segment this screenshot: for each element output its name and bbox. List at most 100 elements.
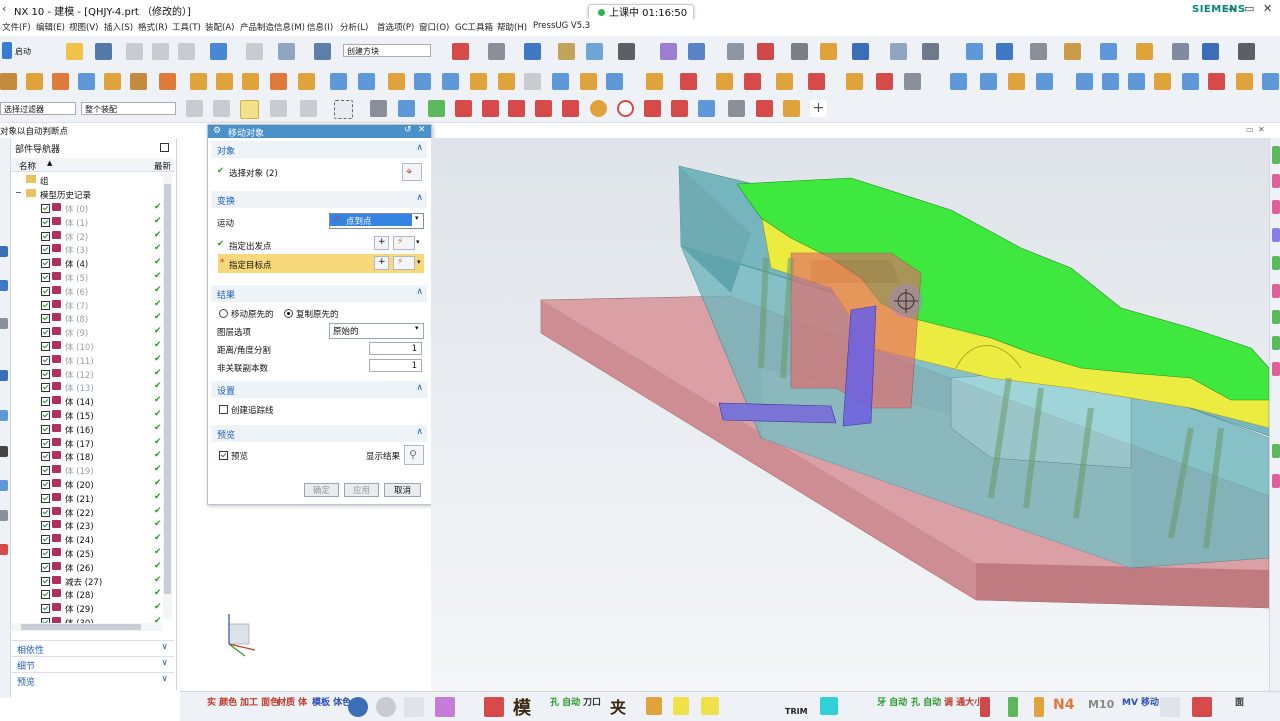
surface-3-icon[interactable] bbox=[1008, 73, 1025, 90]
gear-tool-icon[interactable] bbox=[435, 697, 455, 717]
select-features-icon[interactable] bbox=[186, 100, 203, 117]
preview-checkbox[interactable] bbox=[219, 451, 228, 460]
table-row[interactable]: 体 (23) ✔ bbox=[11, 519, 163, 533]
grid-icon[interactable] bbox=[728, 100, 745, 117]
sheet-tool-icon[interactable] bbox=[646, 697, 662, 715]
cut-icon[interactable] bbox=[126, 43, 143, 60]
selection-filter-select[interactable]: 选择过滤器 bbox=[0, 102, 76, 115]
table-row[interactable]: 体 (25) ✔ bbox=[11, 547, 163, 561]
unite-icon[interactable] bbox=[190, 73, 207, 90]
draft-icon[interactable] bbox=[442, 73, 459, 90]
graphics-window[interactable]: ▭ ✕ bbox=[431, 125, 1270, 691]
table-row[interactable]: 体 (8) ✔ bbox=[11, 312, 163, 326]
group-header[interactable]: 结果 ∧ bbox=[211, 285, 427, 302]
table-row[interactable]: 体 (3) ✔ bbox=[11, 243, 163, 257]
menu-edit[interactable]: 编辑(E) bbox=[36, 21, 65, 33]
maximize-icon[interactable]: ▭ bbox=[1244, 2, 1254, 15]
surface-2-icon[interactable] bbox=[980, 73, 997, 90]
pocket-icon[interactable] bbox=[104, 73, 121, 90]
subtract-icon[interactable] bbox=[216, 73, 233, 90]
visibility-checkbox[interactable] bbox=[41, 369, 50, 379]
surface-6-icon[interactable] bbox=[1102, 73, 1119, 90]
delete-face-icon[interactable] bbox=[580, 73, 597, 90]
trim-body-icon[interactable] bbox=[270, 73, 287, 90]
to-point-row[interactable]: * 指定目标点 + ⚡ ▾ bbox=[218, 254, 424, 273]
visibility-checkbox[interactable] bbox=[41, 273, 50, 282]
snap-point-on-curve-icon[interactable] bbox=[644, 100, 661, 117]
menu-window[interactable]: 窗口(O) bbox=[419, 21, 449, 33]
chamfer-icon[interactable] bbox=[414, 73, 431, 90]
thicken-icon[interactable] bbox=[358, 73, 375, 90]
material-icon[interactable] bbox=[1064, 43, 1081, 60]
visibility-checkbox[interactable] bbox=[41, 604, 50, 614]
visibility-checkbox[interactable] bbox=[41, 493, 50, 503]
menu-pmi[interactable]: 产品制造信息(M) bbox=[240, 21, 305, 33]
visibility-checkbox[interactable] bbox=[41, 383, 50, 393]
pattern-icon[interactable] bbox=[791, 43, 808, 60]
machining-face-color-button[interactable]: 加工 面色 bbox=[240, 695, 279, 708]
start-icon[interactable] bbox=[2, 42, 12, 59]
select-faces-icon[interactable] bbox=[213, 100, 230, 117]
reset-icon[interactable]: ↺ bbox=[404, 125, 412, 135]
mold-tool-6-icon[interactable] bbox=[808, 73, 825, 90]
reuse-library-icon[interactable] bbox=[1238, 43, 1255, 60]
rectangle-select-icon[interactable] bbox=[334, 100, 353, 119]
table-row[interactable]: 体 (9) ✔ bbox=[11, 326, 163, 340]
patch-icon[interactable] bbox=[524, 73, 541, 90]
visibility-checkbox[interactable] bbox=[41, 535, 50, 545]
visibility-checkbox[interactable] bbox=[41, 590, 50, 600]
m10-button[interactable]: M10 bbox=[1088, 698, 1114, 711]
select-object-label[interactable]: 选择对象 (2) bbox=[229, 167, 278, 179]
group-header[interactable]: 设置 ∧ bbox=[211, 381, 427, 398]
group-header[interactable]: 变换 ∧ bbox=[211, 191, 427, 208]
open-folder-icon[interactable] bbox=[66, 43, 83, 60]
viewport-restore-icon[interactable]: ▭ bbox=[1246, 125, 1254, 134]
snap-arc-icon[interactable] bbox=[562, 100, 579, 117]
visibility-checkbox[interactable] bbox=[41, 300, 50, 310]
undo-icon[interactable] bbox=[210, 43, 227, 60]
table-row[interactable]: 体 (0) ✔ bbox=[11, 202, 163, 216]
scroll-thumb[interactable] bbox=[21, 624, 141, 630]
table-row[interactable]: 体 (28) ✔ bbox=[11, 588, 163, 602]
side-tool-11-icon[interactable] bbox=[1272, 474, 1280, 488]
clamp-button[interactable]: 夹 bbox=[610, 694, 626, 718]
export-icon[interactable] bbox=[966, 43, 983, 60]
wcs-icon[interactable] bbox=[660, 43, 677, 60]
hole-icon[interactable] bbox=[52, 73, 69, 90]
surface-11-icon[interactable] bbox=[1236, 73, 1253, 90]
gray-sphere-icon[interactable] bbox=[376, 697, 396, 717]
split-body-icon[interactable] bbox=[298, 73, 315, 90]
assembly-scope-select[interactable]: 整个装配 bbox=[81, 102, 176, 115]
surface-5-icon[interactable] bbox=[1076, 73, 1093, 90]
shade-icon[interactable] bbox=[488, 43, 505, 60]
table-row[interactable]: 体 (29) ✔ bbox=[11, 602, 163, 616]
visibility-checkbox[interactable] bbox=[41, 438, 50, 448]
table-row[interactable]: 体 (17) ✔ bbox=[11, 437, 163, 451]
copy-original-radio[interactable] bbox=[284, 309, 293, 318]
collapse-icon[interactable]: − bbox=[15, 188, 22, 197]
mold-tool-3-icon[interactable] bbox=[716, 73, 733, 90]
adjust-size-button[interactable]: 调 通大小 bbox=[944, 695, 983, 708]
visibility-checkbox[interactable] bbox=[41, 355, 50, 365]
visibility-checkbox[interactable] bbox=[41, 314, 50, 324]
revolve-icon[interactable] bbox=[26, 73, 43, 90]
mold-button[interactable]: 模 bbox=[513, 694, 531, 720]
render-icon[interactable] bbox=[1100, 43, 1117, 60]
table-row[interactable]: 体 (21) ✔ bbox=[11, 492, 163, 506]
from-point-dialog-button[interactable]: + bbox=[374, 236, 389, 250]
table-row[interactable]: 体 (10) ✔ bbox=[11, 340, 163, 354]
visibility-checkbox[interactable] bbox=[41, 217, 50, 227]
hand-tool-icon[interactable] bbox=[1192, 697, 1212, 717]
knife-edge-button[interactable]: 刀口 bbox=[583, 695, 601, 708]
mold-tool-2-icon[interactable] bbox=[680, 73, 697, 90]
snap-face-icon[interactable] bbox=[671, 100, 688, 117]
offset-face-icon[interactable] bbox=[330, 73, 347, 90]
side-tool-10-icon[interactable] bbox=[1272, 444, 1280, 458]
template-body-color-button[interactable]: 模板 体色 bbox=[312, 695, 351, 708]
chevron-down-icon[interactable]: ▾ bbox=[416, 238, 420, 246]
table-row[interactable]: 体 (26) ✔ bbox=[11, 561, 163, 575]
trim-button[interactable]: TRIM bbox=[785, 707, 808, 716]
history-icon[interactable] bbox=[0, 410, 8, 421]
extrude-icon[interactable] bbox=[0, 73, 17, 90]
maximize-panel-icon[interactable] bbox=[160, 143, 169, 152]
